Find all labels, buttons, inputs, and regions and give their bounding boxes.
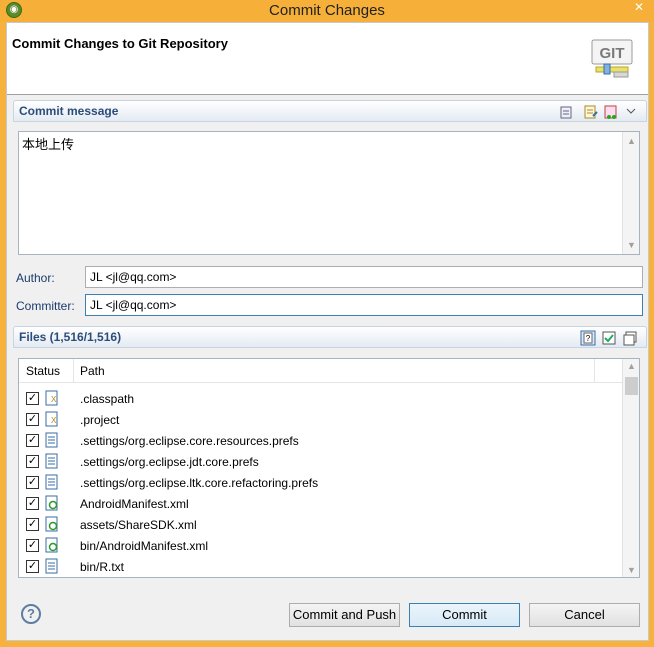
- commit-message-section-header: Commit message: [13, 100, 647, 122]
- column-status[interactable]: Status: [26, 364, 60, 378]
- text-file-icon: [45, 432, 59, 448]
- scroll-down-icon[interactable]: ▼: [623, 565, 639, 575]
- table-row[interactable]: ✓ bin/AndroidManifest.xml: [19, 535, 622, 556]
- committer-field[interactable]: JL <jl@qq.com>: [85, 294, 643, 316]
- row-checkbox[interactable]: ✓: [26, 413, 39, 426]
- row-path: bin/R.txt: [80, 560, 125, 574]
- files-table: Status Path ✓ X .classpath ✓ X .project ✓ .sett…: [18, 358, 640, 578]
- android-xml-file-icon: [45, 495, 59, 511]
- previous-messages-icon[interactable]: [583, 104, 599, 120]
- row-checkbox[interactable]: ✓: [26, 455, 39, 468]
- svg-text:?: ?: [586, 334, 591, 343]
- row-checkbox[interactable]: ✓: [26, 539, 39, 552]
- column-divider[interactable]: [594, 359, 595, 382]
- row-path: .classpath: [80, 392, 135, 406]
- dialog-client: Commit Changes to Git Repository GIT Com…: [6, 22, 649, 641]
- table-row[interactable]: ✓ X .project: [19, 409, 622, 430]
- android-xml-file-icon: [45, 537, 59, 553]
- files-section-header: Files (1,516/1,516) ?: [13, 326, 647, 348]
- help-button[interactable]: ?: [21, 604, 41, 624]
- commit-message-text[interactable]: 本地上传: [22, 134, 74, 153]
- xml-file-icon: X: [45, 390, 59, 406]
- row-checkbox[interactable]: ✓: [26, 476, 39, 489]
- row-path: AndroidManifest.xml: [80, 497, 189, 511]
- svg-text:X: X: [51, 416, 57, 425]
- row-path: .project: [80, 413, 120, 427]
- text-file-icon: [45, 453, 59, 469]
- files-label: Files (1,516/1,516): [19, 330, 122, 344]
- row-path: bin/AndroidManifest.xml: [80, 539, 209, 553]
- commit-button[interactable]: Commit: [409, 603, 520, 627]
- scroll-up-icon[interactable]: ▲: [623, 136, 640, 146]
- commit-and-push-button[interactable]: Commit and Push: [289, 603, 400, 627]
- select-all-icon[interactable]: [601, 330, 617, 346]
- git-logo-text: GIT: [600, 45, 625, 62]
- cancel-button[interactable]: Cancel: [529, 603, 640, 627]
- row-checkbox[interactable]: ✓: [26, 434, 39, 447]
- window-title: Commit Changes: [269, 2, 385, 19]
- deselect-all-icon[interactable]: [622, 330, 638, 346]
- dialog-header-title: Commit Changes to Git Repository: [12, 36, 228, 51]
- show-untracked-icon[interactable]: ?: [580, 330, 596, 346]
- files-scrollbar[interactable]: ▲ ▼: [622, 359, 639, 577]
- table-row[interactable]: ✓ .settings/org.eclipse.jdt.core.prefs: [19, 451, 622, 472]
- text-file-icon: [45, 558, 59, 574]
- row-checkbox[interactable]: ✓: [26, 518, 39, 531]
- column-divider[interactable]: [73, 359, 74, 382]
- row-path: assets/ShareSDK.xml: [80, 518, 197, 532]
- dialog-header: Commit Changes to Git Repository GIT: [7, 23, 648, 95]
- commit-message-scrollbar[interactable]: ▲ ▼: [622, 132, 639, 254]
- table-row[interactable]: ✓ assets/ShareSDK.xml: [19, 514, 622, 535]
- text-file-icon: [45, 474, 59, 490]
- android-xml-file-icon: [45, 516, 59, 532]
- column-path[interactable]: Path: [80, 364, 105, 378]
- committer-label: Committer:: [16, 299, 75, 313]
- row-checkbox[interactable]: ✓: [26, 392, 39, 405]
- table-row[interactable]: ✓ bin/R.txt: [19, 556, 622, 577]
- author-field[interactable]: JL <jl@qq.com>: [85, 266, 643, 288]
- author-label: Author:: [16, 271, 55, 285]
- title-bar: ◉ Commit Changes ✕: [0, 0, 654, 22]
- table-row[interactable]: ✓ .settings/org.eclipse.core.resources.pr…: [19, 430, 622, 451]
- table-row[interactable]: ✓ X .classpath: [19, 388, 622, 409]
- svg-text:X: X: [51, 395, 57, 404]
- commit-message-textarea[interactable]: 本地上传 ▲ ▼: [18, 131, 640, 255]
- table-row[interactable]: ✓ .settings/org.eclipse.ltk.core.refactor…: [19, 472, 622, 493]
- scroll-down-icon[interactable]: ▼: [623, 240, 640, 250]
- files-table-header: Status Path: [19, 359, 622, 383]
- section-menu-chevron-icon[interactable]: [626, 104, 636, 120]
- row-path: .settings/org.eclipse.core.resources.pre…: [80, 434, 299, 448]
- spell-check-icon[interactable]: [559, 104, 575, 120]
- row-path: .settings/org.eclipse.ltk.core.refactori…: [80, 476, 319, 490]
- scroll-up-icon[interactable]: ▲: [623, 361, 639, 371]
- table-row[interactable]: ✓ AndroidManifest.xml: [19, 493, 622, 514]
- commit-message-label: Commit message: [19, 104, 119, 118]
- row-path: .settings/org.eclipse.jdt.core.prefs: [80, 455, 259, 469]
- row-checkbox[interactable]: ✓: [26, 497, 39, 510]
- row-checkbox[interactable]: ✓: [26, 560, 39, 573]
- add-signed-off-icon[interactable]: [603, 104, 619, 120]
- git-logo-icon: GIT: [591, 39, 633, 78]
- xml-file-icon: X: [45, 411, 59, 427]
- close-button[interactable]: ✕: [624, 0, 654, 16]
- scroll-thumb[interactable]: [625, 377, 638, 395]
